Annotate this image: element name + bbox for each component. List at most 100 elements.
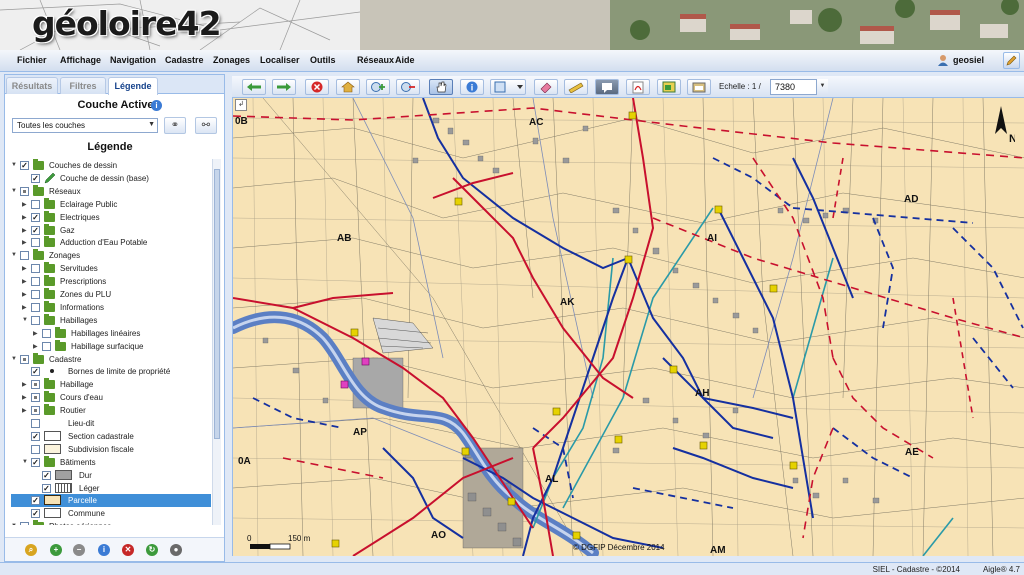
tree-expand-icon[interactable]: ▶ — [22, 214, 27, 221]
search-layer-icon[interactable]: ⌕ — [25, 544, 37, 556]
layer-checkbox[interactable] — [42, 341, 51, 351]
legend-node[interactable]: ▼ Photos aériennes — [11, 520, 211, 525]
legend-node[interactable]: ▼ Zonages — [11, 249, 211, 262]
previous-view-button[interactable] — [242, 79, 266, 95]
pan-button[interactable] — [429, 79, 453, 95]
layer-checkbox[interactable]: ✓ — [31, 496, 40, 506]
scrollbar-thumb[interactable] — [214, 169, 220, 439]
legend-node[interactable]: ✓ Commune — [11, 507, 211, 520]
layer-checkbox[interactable]: ✓ — [31, 509, 40, 519]
layer-info-icon[interactable]: i — [98, 544, 110, 556]
layer-checkbox[interactable] — [31, 419, 40, 428]
tree-collapse-icon[interactable]: ▼ — [11, 188, 17, 194]
tree-expand-icon[interactable]: ▶ — [22, 278, 27, 285]
menu-outils[interactable]: Outils — [310, 55, 336, 65]
legend-node[interactable]: ▼ Cadastre — [11, 352, 211, 366]
layer-checkbox[interactable]: ✓ — [31, 367, 40, 377]
zoom-in-button[interactable] — [366, 79, 390, 95]
legend-node[interactable]: ▶ Eclairage Public — [11, 197, 211, 211]
legend-node[interactable]: ▶ Zones du PLU — [11, 288, 211, 301]
layer-checkbox[interactable] — [31, 277, 40, 287]
info-button[interactable]: i — [460, 79, 484, 95]
menu-cadastre[interactable]: Cadastre — [165, 55, 204, 65]
layer-checkbox[interactable] — [31, 238, 40, 248]
tree-expand-icon[interactable]: ▶ — [22, 291, 27, 298]
tree-expand-icon[interactable]: ▶ — [22, 227, 27, 234]
legend-node[interactable]: ✓ Dur — [11, 469, 211, 482]
menu-fichier[interactable]: Fichier — [17, 55, 47, 65]
layer-unlink-button[interactable]: ⚯ — [195, 117, 217, 134]
zoom-out-button[interactable] — [396, 79, 420, 95]
layer-checkbox[interactable] — [20, 186, 29, 196]
legend-scrollbar[interactable] — [212, 159, 221, 525]
tab-legende[interactable]: Légende — [108, 77, 158, 95]
legend-node[interactable]: ✓ Bornes de limite de propriété — [11, 365, 211, 378]
tree-collapse-icon[interactable]: ▼ — [22, 317, 28, 323]
tree-expand-icon[interactable]: ▶ — [22, 304, 27, 311]
menu-aide[interactable]: Aide — [395, 55, 415, 65]
layer-checkbox[interactable]: ✓ — [42, 470, 51, 480]
tree-expand-icon[interactable]: ▶ — [33, 343, 38, 350]
layer-checkbox[interactable] — [31, 380, 40, 390]
legend-node[interactable]: ▶ Cours d'eau — [11, 391, 211, 404]
user-settings-button[interactable] — [1003, 52, 1020, 69]
map-view[interactable]: ↲ 0B AC AD AB AI AK AH AP AE 0A AL AO AM… — [232, 98, 1024, 556]
tree-expand-icon[interactable]: ▶ — [22, 201, 27, 208]
delete-layer-icon[interactable]: ✕ — [122, 544, 134, 556]
legend-node[interactable]: ✓ Section cadastrale — [11, 430, 211, 443]
settings-icon[interactable]: ● — [170, 544, 182, 556]
remove-layer-icon[interactable]: − — [73, 544, 85, 556]
tree-expand-icon[interactable]: ▶ — [22, 239, 27, 246]
layer-checkbox[interactable]: ✓ — [31, 457, 40, 467]
print-button[interactable] — [687, 79, 711, 95]
legend-node[interactable]: ✓ Léger — [11, 482, 211, 495]
menu-localiser[interactable]: Localiser — [260, 55, 300, 65]
legend-node[interactable]: Subdivision fiscale — [11, 443, 211, 456]
layer-checkbox[interactable] — [31, 199, 40, 209]
menu-navigation[interactable]: Navigation — [110, 55, 156, 65]
legend-node[interactable]: ▶ Adduction d'Eau Potable — [11, 236, 211, 249]
legend-node[interactable]: ▶ Servitudes — [11, 262, 211, 275]
layer-checkbox[interactable]: ✓ — [31, 431, 40, 441]
layer-checkbox[interactable] — [31, 264, 40, 274]
legend-node[interactable]: ▶ Habillages linéaires — [11, 326, 211, 340]
legend-node[interactable]: ▼ Réseaux — [11, 184, 211, 198]
legend-node[interactable]: ✓ Couche de dessin (base) — [11, 172, 211, 185]
info-icon[interactable]: i — [151, 100, 162, 111]
comment-button[interactable] — [595, 79, 619, 95]
layer-checkbox[interactable]: ✓ — [42, 483, 51, 493]
menu-affichage[interactable]: Affichage — [60, 55, 101, 65]
legend-node[interactable]: Lieu-dit — [11, 417, 211, 430]
tree-expand-icon[interactable]: ▶ — [22, 381, 27, 388]
tree-expand-icon[interactable]: ▶ — [22, 407, 27, 414]
layer-checkbox[interactable] — [31, 393, 40, 403]
layer-checkbox[interactable]: ✓ — [31, 173, 40, 183]
legend-node[interactable]: ▶ Habillage surfacique — [11, 339, 211, 353]
tree-collapse-icon[interactable]: ▼ — [11, 252, 17, 258]
tree-collapse-icon[interactable]: ▼ — [11, 356, 17, 362]
map-expand-icon[interactable]: ↲ — [235, 99, 247, 111]
layer-checkbox[interactable] — [42, 328, 51, 338]
tree-expand-icon[interactable]: ▶ — [33, 330, 38, 337]
tab-resultats[interactable]: Résultats — [6, 77, 58, 94]
home-button[interactable] — [336, 79, 360, 95]
menu-reseaux[interactable]: Réseaux — [357, 55, 394, 65]
layer-checkbox[interactable] — [31, 290, 40, 299]
select-tool-dropdown[interactable] — [490, 79, 526, 95]
add-layer-icon[interactable]: + — [50, 544, 62, 556]
legend-node[interactable]: ▶ Prescriptions — [11, 275, 211, 288]
legend-node[interactable]: ▶ Informations — [11, 300, 211, 314]
layer-checkbox[interactable] — [31, 444, 40, 454]
scale-dropdown-button[interactable]: ▼ — [816, 79, 828, 95]
export-pdf-button[interactable] — [626, 79, 650, 95]
legend-node[interactable]: ▼ ✓ Couches de dessin — [11, 159, 211, 172]
legend-node[interactable]: ✓ Parcelle — [11, 494, 211, 508]
layer-checkbox[interactable]: ✓ — [31, 225, 40, 235]
stop-button[interactable] — [305, 79, 329, 95]
legend-node[interactable]: ▶ Routier — [11, 404, 211, 417]
layer-link-button[interactable]: ⚭ — [164, 117, 186, 134]
tree-collapse-icon[interactable]: ▼ — [11, 162, 17, 168]
tree-collapse-icon[interactable]: ▼ — [11, 523, 17, 525]
layer-checkbox[interactable] — [20, 522, 29, 525]
tree-expand-icon[interactable]: ▶ — [22, 265, 27, 272]
